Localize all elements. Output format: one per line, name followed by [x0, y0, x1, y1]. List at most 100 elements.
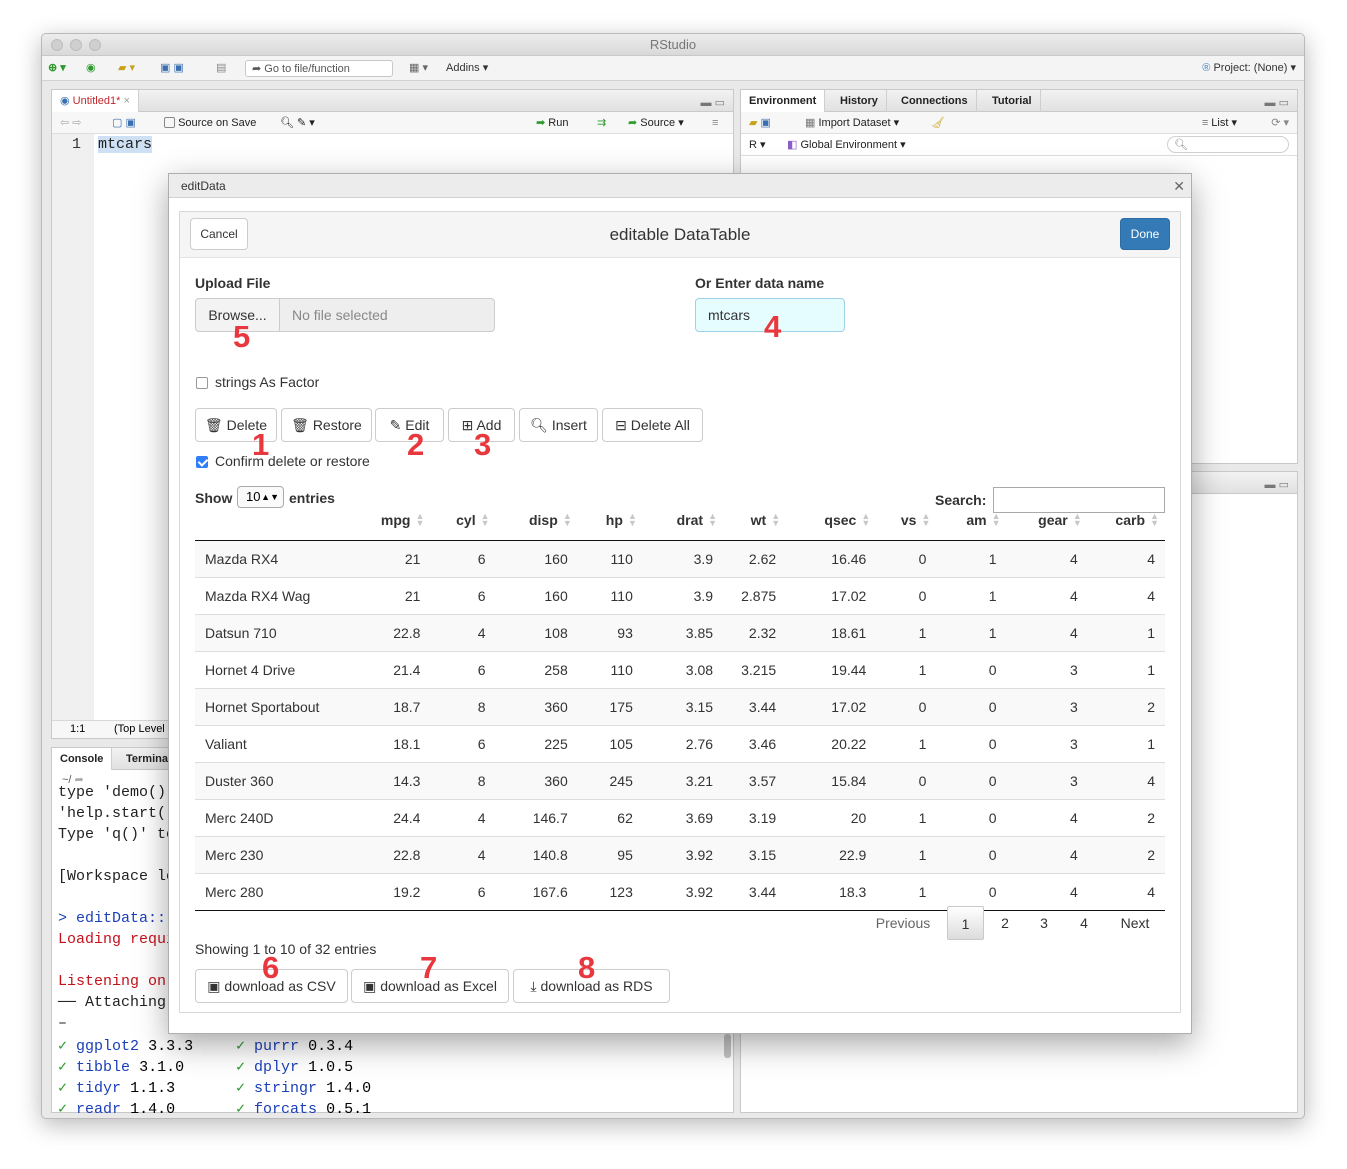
pane-minmax-icon[interactable]: ▬ ▭ — [701, 96, 725, 109]
pane-minmax-icon[interactable]: ▬ ▭ — [1265, 96, 1289, 109]
table-cell[interactable]: 62 — [577, 798, 643, 836]
open-folder-icon[interactable]: ▰ ▾ — [118, 60, 135, 77]
table-cell[interactable]: 8 — [430, 761, 496, 799]
row-name-cell[interactable]: Merc 280 — [195, 872, 346, 911]
sort-icon[interactable]: ▲ ▼ — [628, 512, 637, 528]
table-cell[interactable]: 1 — [876, 872, 937, 911]
table-cell[interactable]: 3.44 — [723, 872, 787, 911]
delete-all-button[interactable]: ⊟ Delete All — [602, 408, 703, 442]
outline-icon[interactable]: ≡ — [712, 115, 718, 132]
sort-icon[interactable]: ▲ ▼ — [416, 512, 425, 528]
done-button[interactable]: Done — [1120, 218, 1170, 250]
table-cell[interactable]: 21 — [345, 539, 431, 577]
table-cell[interactable]: 4 — [1087, 872, 1165, 911]
table-cell[interactable]: 3 — [1006, 724, 1088, 762]
confirm-checkbox[interactable] — [196, 456, 208, 468]
table-cell[interactable]: 6 — [430, 724, 496, 762]
source-button[interactable]: ➦ Source ▾ — [628, 115, 684, 132]
table-cell[interactable]: 1 — [876, 798, 937, 836]
table-cell[interactable]: 0 — [876, 539, 937, 577]
table-cell[interactable]: 1 — [876, 835, 937, 873]
table-cell[interactable]: 360 — [495, 687, 578, 725]
print-icon[interactable]: ▤ — [216, 60, 226, 77]
table-cell[interactable]: 110 — [577, 576, 643, 614]
table-cell[interactable]: 3.21 — [642, 761, 724, 799]
table-cell[interactable]: 6 — [430, 576, 496, 614]
table-cell[interactable]: 19.44 — [786, 650, 877, 688]
column-header-gear[interactable]: gear ▲ ▼ — [1006, 500, 1088, 541]
scope-indicator[interactable]: (Top Level — [114, 721, 165, 738]
load-workspace-icon[interactable]: ▰ ▣ — [749, 115, 771, 132]
table-cell[interactable]: 6 — [430, 539, 496, 577]
rerun-icon[interactable]: ⇉ — [597, 115, 606, 132]
table-row[interactable]: Merc 280 19.2 6 167.6 123 3.92 3.44 18.3 1 0 4 4 — [195, 872, 1165, 911]
addins-menu[interactable]: Addins ▾ — [446, 60, 488, 77]
table-cell[interactable]: 3.215 — [723, 650, 787, 688]
table-cell[interactable]: 0 — [876, 687, 937, 725]
table-cell[interactable]: 1 — [876, 613, 937, 651]
table-cell[interactable]: 245 — [577, 761, 643, 799]
table-cell[interactable]: 20.22 — [786, 724, 877, 762]
table-cell[interactable]: 225 — [495, 724, 578, 762]
table-cell[interactable]: 1 — [1087, 650, 1165, 688]
table-cell[interactable]: 2.76 — [642, 724, 724, 762]
row-name-cell[interactable]: Hornet 4 Drive — [195, 650, 346, 688]
sort-icon[interactable]: ▲ ▼ — [771, 512, 780, 528]
table-cell[interactable]: 0 — [876, 576, 937, 614]
tab-environment[interactable]: Environment — [741, 90, 826, 112]
close-icon[interactable]: ✕ — [1173, 174, 1185, 198]
table-cell[interactable]: 3.85 — [642, 613, 724, 651]
table-row[interactable]: Mazda RX4 Wag 21 6 160 110 3.9 2.875 17.02 0 1 4 4 — [195, 576, 1165, 614]
page-3-button[interactable]: 3 — [1027, 906, 1061, 940]
page-4-button[interactable]: 4 — [1067, 906, 1101, 940]
column-header-vs[interactable]: vs ▲ ▼ — [876, 500, 937, 541]
column-header-mpg[interactable]: mpg ▲ ▼ — [345, 500, 431, 541]
page-1-button[interactable]: 1 — [947, 906, 984, 940]
tab-untitled1[interactable]: ◉ Untitled1* × — [52, 90, 139, 112]
row-name-cell[interactable]: Mazda RX4 — [195, 539, 346, 577]
strings-as-factor-checkbox[interactable] — [196, 377, 208, 389]
column-header-hp[interactable]: hp ▲ ▼ — [577, 500, 643, 541]
table-cell[interactable]: 2 — [1087, 687, 1165, 725]
tab-connections[interactable]: Connections — [893, 90, 977, 112]
table-cell[interactable]: 19.2 — [345, 872, 431, 911]
table-cell[interactable]: 18.1 — [345, 724, 431, 762]
table-cell[interactable]: 0 — [936, 798, 1007, 836]
table-cell[interactable]: 1 — [876, 724, 937, 762]
table-cell[interactable]: 17.02 — [786, 687, 877, 725]
table-cell[interactable]: 3.44 — [723, 687, 787, 725]
table-cell[interactable]: 22.8 — [345, 613, 431, 651]
table-cell[interactable]: 22.8 — [345, 835, 431, 873]
table-cell[interactable]: 93 — [577, 613, 643, 651]
table-cell[interactable]: 160 — [495, 576, 578, 614]
sort-icon[interactable]: ▲ ▼ — [708, 512, 717, 528]
column-header-am[interactable]: am ▲ ▼ — [936, 500, 1007, 541]
table-cell[interactable]: 105 — [577, 724, 643, 762]
table-cell[interactable]: 95 — [577, 835, 643, 873]
table-row[interactable]: Valiant 18.1 6 225 105 2.76 3.46 20.22 1 0 3 1 — [195, 724, 1165, 762]
table-cell[interactable]: 24.4 — [345, 798, 431, 836]
window-controls[interactable] — [51, 39, 101, 51]
table-cell[interactable]: 4 — [430, 798, 496, 836]
back-forward-icon[interactable]: ⇦ ⇨ — [60, 115, 82, 132]
table-cell[interactable]: 2 — [1087, 835, 1165, 873]
table-cell[interactable]: 3 — [1006, 650, 1088, 688]
sort-icon[interactable]: ▲ ▼ — [922, 512, 931, 528]
pane-minmax-icon[interactable]: ▬ ▭ — [1265, 478, 1289, 491]
table-cell[interactable]: 0 — [936, 724, 1007, 762]
table-cell[interactable]: 4 — [1006, 613, 1088, 651]
table-cell[interactable]: 3 — [1006, 687, 1088, 725]
source-on-save-checkbox[interactable]: Source on Save — [164, 115, 256, 132]
row-name-cell[interactable]: Mazda RX4 Wag — [195, 576, 346, 614]
row-name-cell[interactable]: Merc 240D — [195, 798, 346, 836]
table-cell[interactable]: 3 — [1006, 761, 1088, 799]
table-cell[interactable]: 108 — [495, 613, 578, 651]
table-row[interactable]: Datsun 710 22.8 4 108 93 3.85 2.32 18.61 1 1 4 1 — [195, 613, 1165, 651]
table-cell[interactable]: 110 — [577, 539, 643, 577]
table-cell[interactable]: 2.62 — [723, 539, 787, 577]
new-file-icon[interactable]: ⊕ ▾ — [48, 60, 66, 77]
table-cell[interactable]: 4 — [1087, 539, 1165, 577]
table-cell[interactable]: 18.3 — [786, 872, 877, 911]
table-cell[interactable]: 0 — [936, 650, 1007, 688]
table-cell[interactable]: 3.15 — [723, 835, 787, 873]
